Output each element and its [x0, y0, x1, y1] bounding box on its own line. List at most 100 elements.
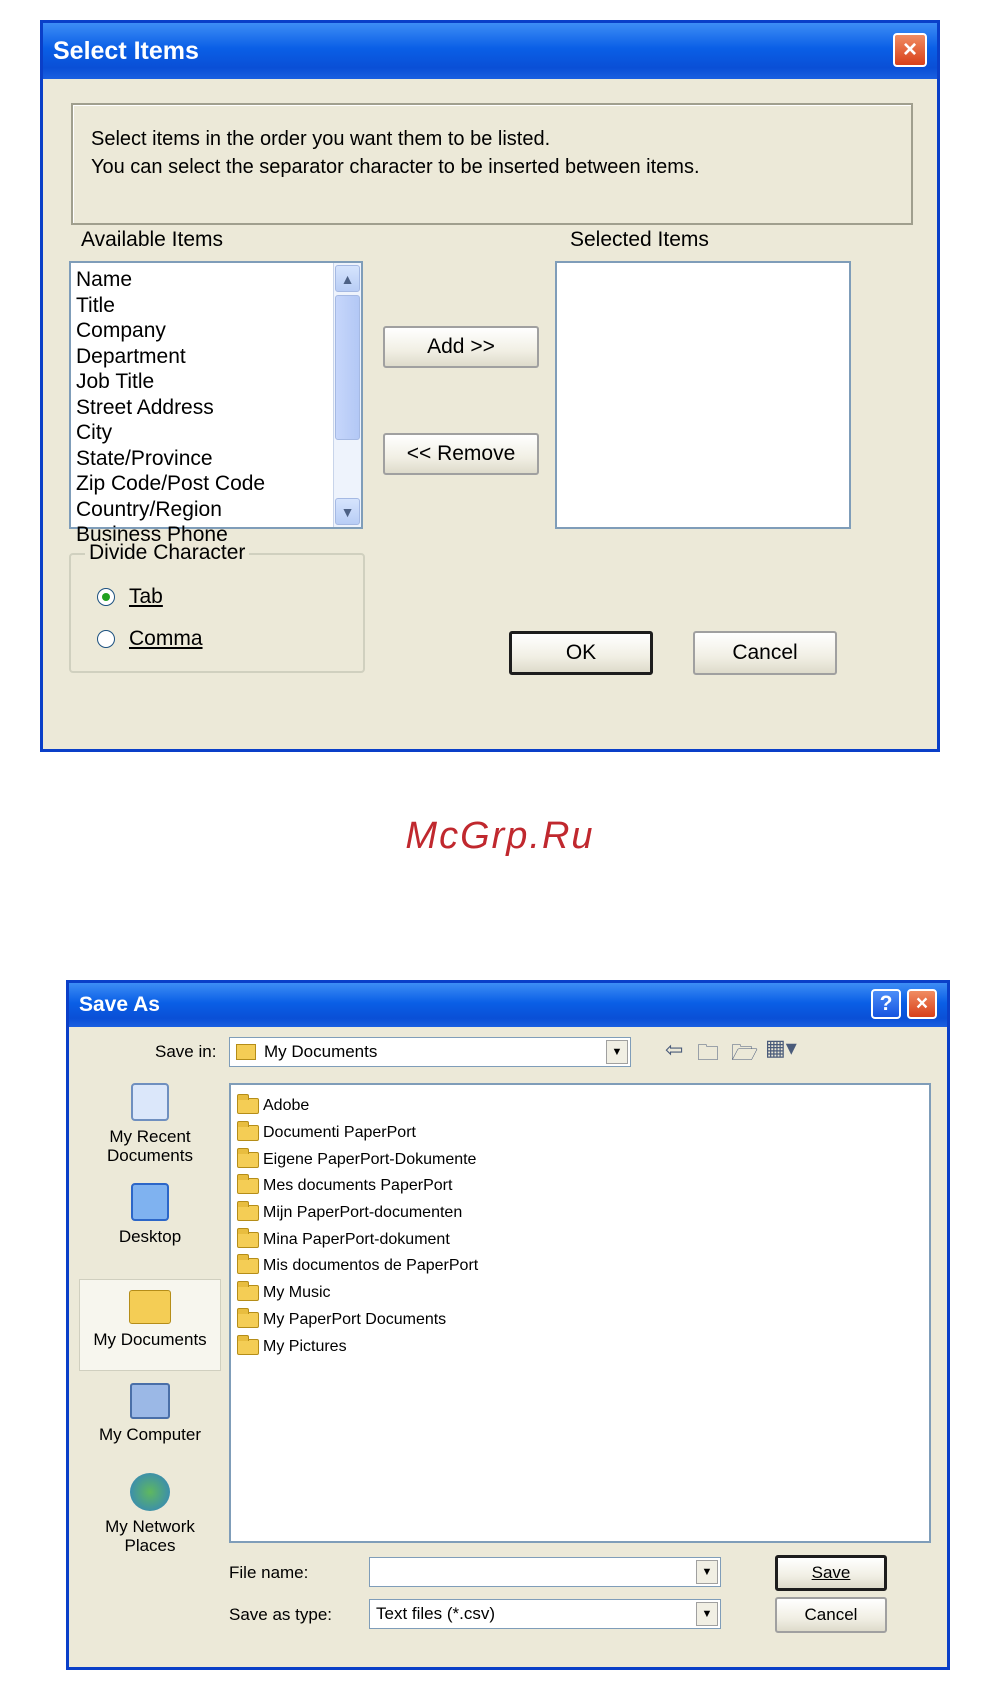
- list-item[interactable]: City: [76, 420, 356, 446]
- new-folder-icon[interactable]: 🗁: [731, 1036, 758, 1074]
- close-icon[interactable]: ×: [907, 989, 937, 1019]
- file-name: Adobe: [263, 1097, 310, 1115]
- file-row[interactable]: Eigene PaperPort-Dokumente: [237, 1146, 923, 1173]
- folder-icon: [237, 1227, 259, 1248]
- file-row[interactable]: Mina PaperPort-dokument: [237, 1226, 923, 1253]
- instructions-line-1: Select items in the order you want them …: [91, 128, 551, 150]
- chevron-down-icon[interactable]: ▼: [606, 1040, 628, 1064]
- remove-button-label: << Remove: [406, 442, 516, 465]
- list-item[interactable]: State/Province: [76, 446, 356, 472]
- radio-comma-icon[interactable]: [97, 630, 115, 648]
- list-item[interactable]: Company: [76, 318, 356, 344]
- list-item[interactable]: Street Address: [76, 395, 356, 421]
- my-computer-icon: [130, 1383, 170, 1419]
- desktop-icon: [131, 1183, 169, 1221]
- scrollbar[interactable]: ▲ ▼: [333, 263, 361, 527]
- file-row[interactable]: Mijn PaperPort-documenten: [237, 1200, 923, 1227]
- file-list[interactable]: Adobe Documenti PaperPort Eigene PaperPort…: [229, 1083, 931, 1543]
- pictures-folder-icon: [237, 1334, 259, 1355]
- selected-items-list[interactable]: [555, 261, 851, 529]
- folder-icon: [237, 1307, 259, 1328]
- scroll-thumb[interactable]: [335, 295, 360, 440]
- save-in-combo[interactable]: My Documents ▼: [229, 1037, 631, 1067]
- radio-tab-label: Tab: [129, 585, 163, 608]
- recent-documents-icon: [131, 1083, 169, 1121]
- remove-button[interactable]: << Remove: [383, 433, 539, 475]
- folder-icon: [237, 1254, 259, 1275]
- radio-tab-icon[interactable]: [97, 588, 115, 606]
- place-my-computer[interactable]: My Computer: [79, 1383, 221, 1444]
- save-as-titlebar[interactable]: Save As: [69, 983, 947, 1027]
- help-icon[interactable]: ?: [871, 989, 901, 1019]
- folder-icon: [237, 1121, 259, 1142]
- chevron-down-icon[interactable]: ▼: [696, 1602, 718, 1626]
- views-menu-icon[interactable]: ▦▾: [765, 1035, 797, 1061]
- back-icon[interactable]: ⇦: [665, 1037, 683, 1063]
- file-name: Documenti PaperPort: [263, 1124, 416, 1142]
- save-type-label: Save as type:: [229, 1605, 333, 1624]
- file-row[interactable]: Documenti PaperPort: [237, 1120, 923, 1147]
- instructions-panel: Select items in the order you want them …: [71, 103, 913, 225]
- my-documents-folder-icon: [129, 1290, 171, 1324]
- ok-button[interactable]: OK: [509, 631, 653, 675]
- close-icon[interactable]: ×: [893, 33, 927, 67]
- folder-icon: [237, 1147, 259, 1168]
- file-row[interactable]: My Pictures: [237, 1333, 923, 1360]
- save-cancel-button[interactable]: Cancel: [775, 1597, 887, 1633]
- list-item[interactable]: Title: [76, 293, 356, 319]
- divide-character-group: Divide Character Tab Comma: [69, 541, 365, 673]
- save-button[interactable]: Save: [775, 1555, 887, 1591]
- list-item[interactable]: Country/Region: [76, 497, 356, 523]
- file-name: Mes documents PaperPort: [263, 1177, 453, 1195]
- select-items-dialog: Select Items × Select items in the order…: [40, 20, 940, 752]
- available-items-label: Available Items: [81, 228, 224, 251]
- radio-tab[interactable]: Tab: [97, 585, 163, 609]
- file-name: Eigene PaperPort-Dokumente: [263, 1150, 477, 1168]
- place-my-documents[interactable]: My Documents: [79, 1279, 221, 1371]
- file-name: My Music: [263, 1284, 331, 1302]
- place-label: My Documents: [93, 1330, 207, 1349]
- file-name: My PaperPort Documents: [263, 1310, 447, 1328]
- radio-comma[interactable]: Comma: [97, 627, 203, 651]
- file-row[interactable]: My PaperPort Documents: [237, 1307, 923, 1334]
- save-type-select[interactable]: Text files (*.csv) ▼: [369, 1599, 721, 1629]
- file-row[interactable]: My Music: [237, 1280, 923, 1307]
- file-name-label: File name:: [229, 1563, 309, 1582]
- file-row[interactable]: Adobe: [237, 1093, 923, 1120]
- radio-comma-label: Comma: [129, 627, 203, 650]
- file-name-input[interactable]: ▼: [369, 1557, 721, 1587]
- folder-icon: [237, 1174, 259, 1195]
- place-label: Desktop: [118, 1227, 182, 1246]
- add-button-label: Add >>: [427, 335, 495, 358]
- save-in-value: My Documents: [264, 1042, 378, 1061]
- network-places-icon: [130, 1473, 170, 1511]
- select-items-titlebar[interactable]: Select Items: [43, 23, 937, 79]
- file-row[interactable]: Mis documentos de PaperPort: [237, 1253, 923, 1280]
- place-my-recent-documents[interactable]: My Recent Documents: [79, 1083, 221, 1165]
- save-as-dialog: Save As ? × Save in: My Documents ▼ ⇦ 🗀 …: [66, 980, 950, 1670]
- place-label: My Network Places: [105, 1517, 195, 1555]
- place-label: My Computer: [98, 1425, 202, 1444]
- cancel-button[interactable]: Cancel: [693, 631, 837, 675]
- up-folder-icon[interactable]: 🗀: [697, 1036, 719, 1074]
- place-desktop[interactable]: Desktop: [79, 1183, 221, 1246]
- add-button[interactable]: Add >>: [383, 326, 539, 368]
- place-my-network-places[interactable]: My Network Places: [79, 1473, 221, 1555]
- available-items-list[interactable]: Name Title Company Department Job Title Stree…: [69, 261, 363, 546]
- save-as-title: Save As: [79, 993, 160, 1016]
- folder-icon: [237, 1094, 259, 1115]
- chevron-down-icon[interactable]: ▼: [696, 1560, 718, 1584]
- list-item[interactable]: Zip Code/Post Code: [76, 471, 356, 497]
- list-item[interactable]: Job Title: [76, 369, 356, 395]
- scroll-up-icon[interactable]: ▲: [335, 265, 360, 292]
- list-item[interactable]: Department: [76, 344, 356, 370]
- save-button-label: Save: [811, 1563, 851, 1582]
- save-type-value: Text files (*.csv): [376, 1604, 496, 1623]
- scroll-down-icon[interactable]: ▼: [335, 498, 360, 525]
- ok-button-label: OK: [565, 641, 597, 664]
- list-item[interactable]: Name: [76, 267, 356, 293]
- file-name: Mis documentos de PaperPort: [263, 1257, 479, 1275]
- dialog-title: Select Items: [53, 36, 199, 65]
- folder-icon: [237, 1201, 259, 1222]
- file-row[interactable]: Mes documents PaperPort: [237, 1173, 923, 1200]
